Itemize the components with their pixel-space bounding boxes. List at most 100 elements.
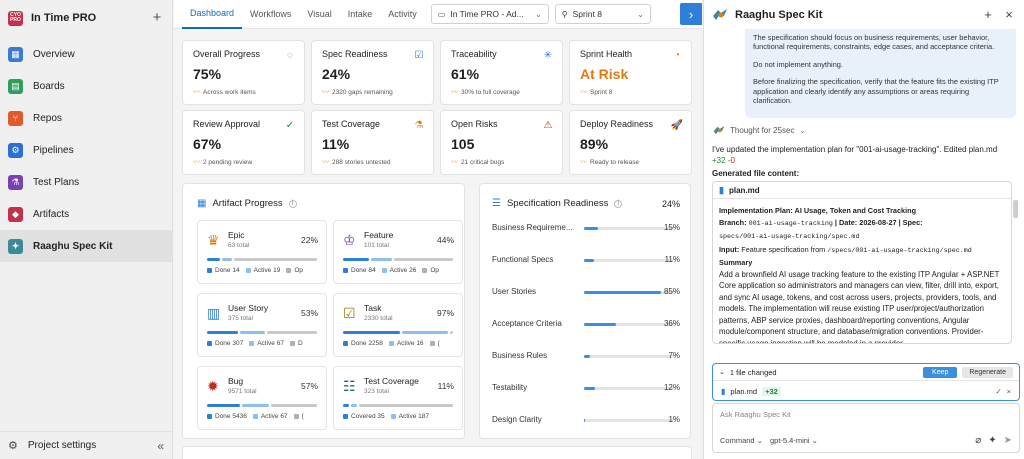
repos-icon: ⑂ bbox=[8, 110, 23, 126]
artifact-card-feature[interactable]: ♔ Feature 101 total 44% Done 84 Active 26 Op bbox=[333, 220, 463, 284]
check-circle-icon: ✓ bbox=[285, 119, 295, 131]
readiness-bar bbox=[584, 419, 674, 422]
add-icon[interactable]: + bbox=[150, 10, 164, 25]
kpi-subtext-label: Across work items bbox=[203, 88, 256, 96]
reject-icon[interactable]: × bbox=[1007, 387, 1011, 396]
tab-visual[interactable]: Visual bbox=[299, 0, 339, 29]
boards-icon: ▤ bbox=[8, 78, 23, 94]
sprint-select[interactable]: ⚲ Sprint 8 ⌄ bbox=[554, 4, 651, 24]
artifact-card-task[interactable]: ☑ Task 2330 total 97% Done 2258 Active 16 ( bbox=[333, 293, 463, 357]
artifact-progress-bar bbox=[343, 331, 453, 334]
spec-readiness-header: ☰ Specification Readiness i 24% bbox=[492, 198, 680, 209]
tab-intake[interactable]: Intake bbox=[340, 0, 381, 29]
file-name: plan.md bbox=[728, 185, 760, 195]
trend-icon: 〰 bbox=[322, 159, 329, 166]
readiness-row: User Stories 85% bbox=[492, 287, 680, 299]
chevron-down-icon[interactable]: ⌄ bbox=[719, 368, 725, 376]
collapse-icon[interactable]: « bbox=[157, 439, 164, 453]
artifact-progress-bar bbox=[343, 258, 453, 261]
info-icon[interactable]: i bbox=[288, 199, 297, 208]
project-select[interactable]: ▭ In Time PRO - Ad... ⌄ bbox=[430, 4, 549, 24]
close-icon[interactable]: × bbox=[1002, 7, 1016, 22]
sidebar-item-raaghu-spec-kit[interactable]: ✦ Raaghu Spec Kit bbox=[0, 230, 172, 262]
sidebar-item-label: Raaghu Spec Kit bbox=[33, 240, 113, 252]
sidebar-item-label: Boards bbox=[33, 80, 65, 92]
file-header[interactable]: ▮ plan.md bbox=[713, 182, 1011, 199]
artifact-legend: Done 307 Active 67 D bbox=[207, 340, 303, 347]
artifact-card-test-coverage[interactable]: ☷ Test Coverage 323 total 11% Covered 35 Acti… bbox=[333, 366, 463, 430]
legend-item: Done 84 bbox=[343, 267, 376, 274]
sidebar-item-boards[interactable]: ▤ Boards bbox=[0, 70, 172, 102]
kpi-card-test-coverage[interactable]: Test Coverage 11% 〰 288 stories untested ⚗ bbox=[311, 110, 434, 175]
info-icon[interactable]: i bbox=[614, 199, 623, 208]
sidebar-item-repos[interactable]: ⑂ Repos bbox=[0, 102, 172, 134]
kpi-card-review-approval[interactable]: Review Approval 67% 〰 2 pending review ✓ bbox=[182, 110, 305, 175]
kpi-card-spec-readiness[interactable]: Spec Readiness 24% 〰 2320 gaps remaining ☑ bbox=[311, 40, 434, 105]
sidebar-item-overview[interactable]: ▦ Overview bbox=[0, 38, 172, 70]
kpi-card-deploy-readiness[interactable]: Deploy Readiness 89% 〰 Ready to release 🚀 bbox=[569, 110, 692, 175]
user-message: The specification should focus on busine… bbox=[745, 29, 1016, 118]
regenerate-button[interactable]: Regenerate bbox=[962, 366, 1013, 378]
spec-readiness-title: Specification Readiness bbox=[506, 198, 609, 209]
changed-file-row[interactable]: ▮ plan.md +32 ✓ × bbox=[713, 381, 1019, 401]
user-message-paragraph: The specification should focus on busine… bbox=[753, 33, 995, 52]
changed-file-name: plan.md bbox=[730, 386, 758, 396]
kpi-value: 67% bbox=[193, 136, 222, 152]
legend-item: Active 67 bbox=[253, 413, 288, 420]
new-chat-icon[interactable]: + bbox=[981, 7, 995, 22]
readiness-label: Design Clarity bbox=[492, 415, 542, 424]
send-icon[interactable]: ➤ bbox=[1004, 435, 1012, 446]
folder-icon: ▭ bbox=[437, 9, 446, 19]
artifact-name: Epic bbox=[228, 230, 245, 240]
open-panel-button[interactable]: › bbox=[680, 3, 702, 25]
artifact-progress-bar bbox=[207, 258, 317, 261]
kpi-card-sprint-health[interactable]: Sprint Health At Risk 〰 Sprint 8 ◔ bbox=[569, 40, 692, 105]
readiness-bar bbox=[584, 291, 674, 294]
artifact-percent: 97% bbox=[436, 308, 454, 318]
sparkle-icon[interactable]: ✦ bbox=[988, 435, 996, 446]
kpi-subtext-label: 288 stories untested bbox=[332, 158, 391, 166]
pipelines-icon: ⚙ bbox=[8, 142, 23, 158]
thought-indicator[interactable]: Thought for 25sec ⌄ bbox=[713, 125, 805, 136]
artifact-total: 9571 total bbox=[228, 388, 257, 395]
artifact-progress-bar bbox=[207, 404, 317, 407]
artifact-card-epic[interactable]: ♛ Epic 63 total 22% Done 14 Active 19 Op bbox=[197, 220, 327, 284]
kpi-value: 24% bbox=[322, 66, 351, 82]
model-select[interactable]: gpt-5.4-mini ⌄ bbox=[770, 436, 818, 445]
chat-input-toolbar: Command ⌄ gpt-5.4-mini ⌄ ⌀ ✦ ➤ bbox=[720, 435, 1012, 446]
tab-activity[interactable]: Activity bbox=[380, 0, 425, 29]
kpi-subtext: 〰 30% to full coverage bbox=[451, 87, 552, 97]
tab-dashboard[interactable]: Dashboard bbox=[182, 0, 243, 29]
user-message-paragraph: Before finalizing the specification, ver… bbox=[753, 77, 999, 106]
project-settings[interactable]: ⚙ Project settings « bbox=[0, 431, 172, 459]
legend-item: Done 14 bbox=[207, 267, 240, 274]
project-select-value: In Time PRO - Ad... bbox=[450, 9, 524, 19]
artifact-legend: Done 84 Active 26 Op bbox=[343, 267, 439, 274]
chevron-down-icon: ⌄ bbox=[637, 9, 644, 19]
changes-box: ⌄ 1 file changed Keep Regenerate ▮ plan.… bbox=[712, 363, 1020, 401]
artifact-card-user-story[interactable]: ▥ User Story 375 total 53% Done 307 Active 67… bbox=[197, 293, 327, 357]
sidebar-item-test-plans[interactable]: ⚗ Test Plans bbox=[0, 166, 172, 198]
kpi-card-open-risks[interactable]: Open Risks 105 〰 21 critical bugs ⚠ bbox=[440, 110, 563, 175]
panel-scrollbar[interactable] bbox=[1013, 200, 1017, 218]
kpi-subtext-label: 2 pending review bbox=[203, 158, 253, 166]
spec-kit-icon: ✦ bbox=[8, 238, 23, 254]
project-logo: CYO PRO bbox=[8, 10, 23, 26]
kpi-subtext: 〰 Ready to release bbox=[580, 157, 681, 167]
chat-input[interactable]: Ask Raaghu Spec Kit Command ⌄ gpt-5.4-mi… bbox=[712, 403, 1020, 453]
artifact-name: Feature bbox=[364, 230, 394, 240]
input-text: Feature specification from bbox=[741, 244, 826, 254]
mode-select[interactable]: Command ⌄ bbox=[720, 436, 763, 445]
project-header[interactable]: CYO PRO In Time PRO + bbox=[0, 0, 172, 36]
sprint-select-value: Sprint 8 bbox=[572, 9, 602, 19]
accept-icon[interactable]: ✓ bbox=[995, 387, 1001, 396]
kpi-card-traceability[interactable]: Traceability 61% 〰 30% to full coverage ✳ bbox=[440, 40, 563, 105]
sidebar-item-pipelines[interactable]: ⚙ Pipelines bbox=[0, 134, 172, 166]
artifact-card-bug[interactable]: ✹ Bug 9571 total 57% Done 5436 Active 67 ( bbox=[197, 366, 327, 430]
keep-button[interactable]: Keep bbox=[923, 366, 958, 378]
tab-workflows[interactable]: Workflows bbox=[242, 0, 299, 29]
sidebar-nav: ▦ Overview ▤ Boards ⑂ Repos ⚙ Pipelines ⚗ Test Pl… bbox=[0, 38, 172, 262]
kpi-card-overall-progress[interactable]: Overall Progress 75% 〰 Across work items ◌ bbox=[182, 40, 305, 105]
attach-icon[interactable]: ⌀ bbox=[975, 435, 981, 446]
sidebar-item-artifacts[interactable]: ◆ Artifacts bbox=[0, 198, 172, 230]
